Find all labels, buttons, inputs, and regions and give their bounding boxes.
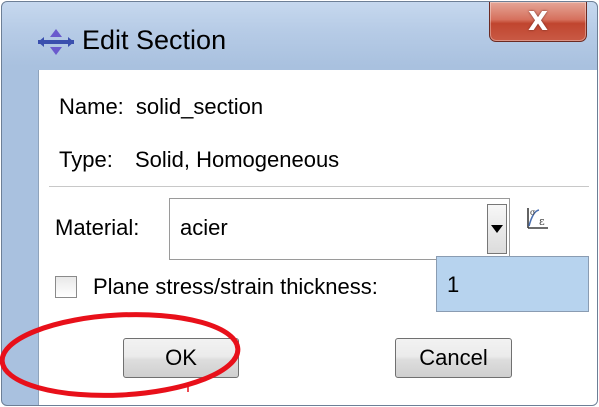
name-value: solid_section xyxy=(135,94,264,119)
svg-text:σ: σ xyxy=(530,208,536,217)
window-title: Edit Section xyxy=(82,25,227,55)
svg-text:ε: ε xyxy=(539,215,545,228)
ok-button[interactable]: OK xyxy=(123,338,239,378)
title-bar[interactable]: Edit Section X xyxy=(2,2,597,72)
dropdown-arrow-icon[interactable] xyxy=(487,204,507,254)
material-manager-icon[interactable]: ε σ xyxy=(525,205,551,231)
separator xyxy=(49,186,589,188)
material-select[interactable]: acier xyxy=(169,198,510,260)
material-label: Material: xyxy=(55,215,140,240)
section-name-row: Name: solid_section xyxy=(59,94,263,120)
type-label: Type: xyxy=(59,147,113,172)
material-selected-value: acier xyxy=(180,215,228,240)
close-icon: X xyxy=(527,6,549,37)
thickness-label: Plane stress/strain thickness: xyxy=(93,274,378,299)
close-button[interactable]: X xyxy=(489,2,587,42)
section-type-row: Type: Solid, Homogeneous xyxy=(59,147,339,173)
type-value: Solid, Homogeneous xyxy=(134,147,340,172)
name-label: Name: xyxy=(59,94,124,119)
thickness-checkbox[interactable] xyxy=(55,276,77,298)
thickness-input[interactable]: 1 xyxy=(436,256,589,312)
thickness-value: 1 xyxy=(447,272,460,297)
section-icon xyxy=(38,29,74,55)
edit-section-dialog: Edit Section X Name: solid_section Type:… xyxy=(1,1,598,406)
dialog-body: Name: solid_section Type: Solid, Homogen… xyxy=(38,70,597,405)
cancel-button[interactable]: Cancel xyxy=(395,338,512,378)
